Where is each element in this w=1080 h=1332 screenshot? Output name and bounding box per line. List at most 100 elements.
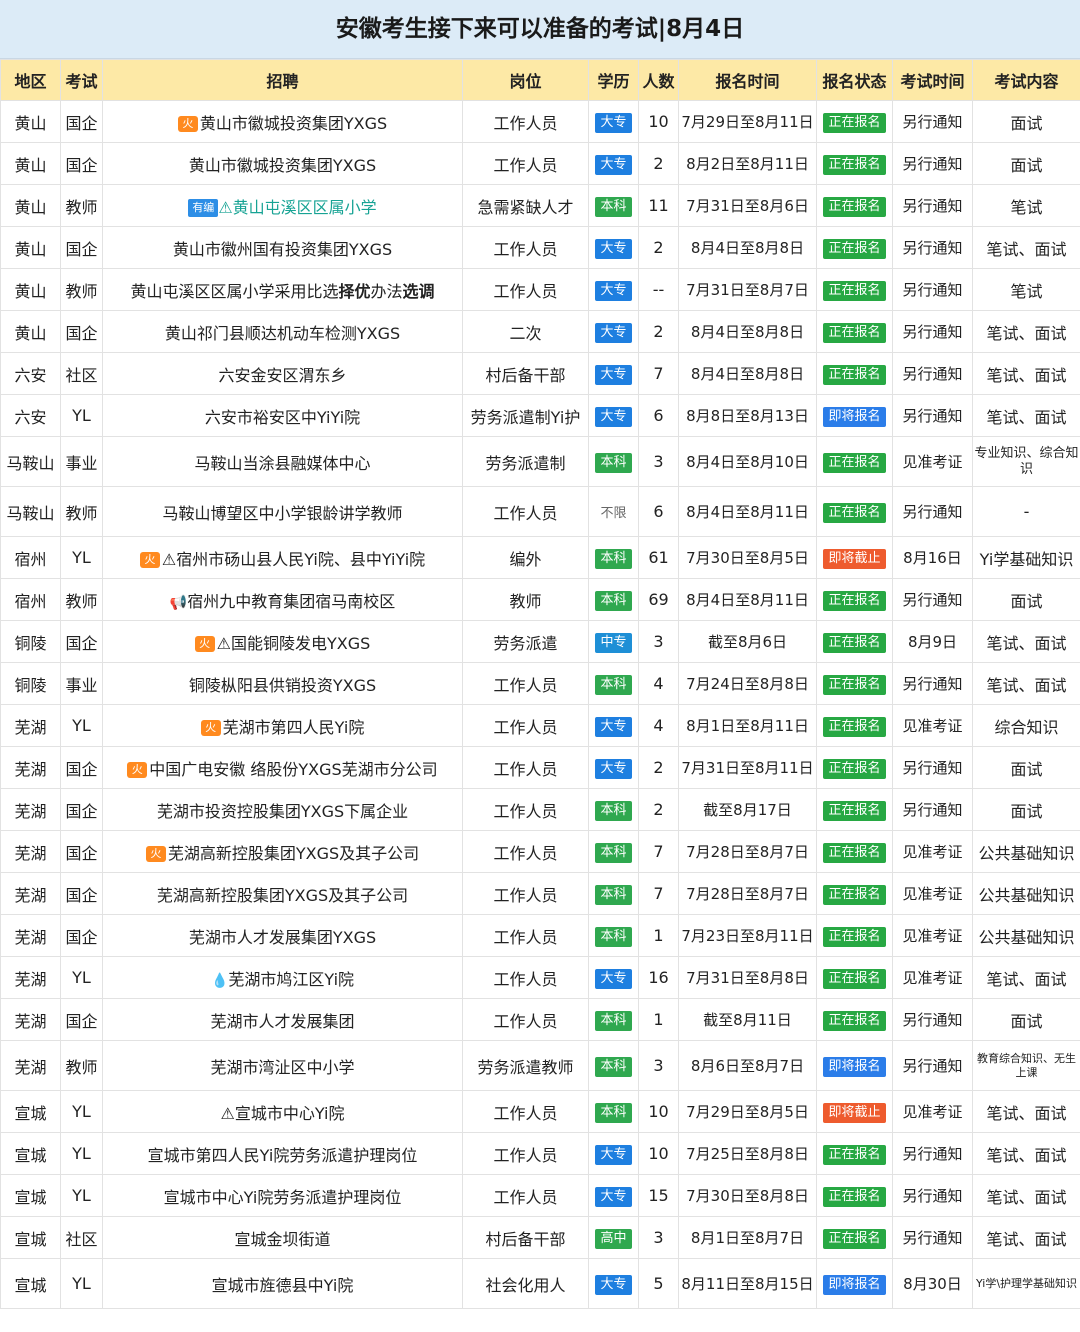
edu-badge: 大专 [595,1274,632,1295]
cell-status: 正在报名 [816,1132,893,1175]
cell-type: 教师 [60,1040,103,1091]
cell-post: 工作人员 [462,662,589,705]
recruit-name[interactable]: 黄山市徽州国有投资集团YXGS [173,240,392,259]
recruit-name[interactable]: 宿州九中教育集团宿马南校区 [187,592,395,611]
recruit-name[interactable]: 芜湖高新控股集团YXGS及其子公司 [157,886,408,905]
header-region: 地区 [0,59,61,101]
cell-content: 公共基础知识 [972,830,1080,873]
recruit-name[interactable]: 芜湖高新控股集团YXGS及其子公司 [168,844,419,863]
header-post: 岗位 [462,59,589,101]
status-badge: 正在报名 [823,238,886,259]
cell-post: 工作人员 [462,1174,589,1217]
status-badge: 正在报名 [823,842,886,863]
status-badge: 正在报名 [823,452,886,473]
cell-count: 7 [638,830,679,873]
cell-count: 6 [638,486,679,537]
recruit-name[interactable]: 芜湖市湾沚区中小学 [210,1058,354,1077]
cell-status: 正在报名 [816,998,893,1041]
cell-exam-time: 另行通知 [892,142,973,185]
hot-icon: 火 [139,552,160,568]
recruit-name[interactable]: 马鞍山博望区中小学银龄讲学教师 [162,504,402,523]
cell-post: 劳务派遣教师 [462,1040,589,1091]
cell-status: 即将截止 [816,536,893,579]
cell-status: 即将报名 [816,1258,893,1309]
recruit-name[interactable]: 芜湖市投资控股集团YXGS下属企业 [157,802,408,821]
edu-badge: 高中 [595,1228,632,1249]
recruit-name[interactable]: 六安金安区渭东乡 [218,366,346,385]
status-badge: 正在报名 [823,758,886,779]
edu-badge: 大专 [595,238,632,259]
table-row: 铜陵 国企火 ⚠国能铜陵发电YXGS 劳务派遣 中专 3 截至8月6日 正在报名 8月9日 笔试、… [0,620,1080,663]
recruit-name[interactable]: ⚠国能铜陵发电YXGS [217,634,371,653]
status-badge: 正在报名 [823,674,886,695]
table-row: 宿州 教师 📢宿州九中教育集团宿马南校区 教师 本科 69 8月4日至8月11日 正在报名 另行… [0,578,1080,621]
status-badge: 正在报名 [823,112,886,133]
exam-table: 地区 考试 招聘 岗位 学历 人数 报名时间 报名状态 考试时间 考试内容 黄山… [0,59,1080,1309]
cell-recruit: 黄山市徽城投资集团YXGS [102,142,463,185]
cell-region: 黄山 [0,184,61,227]
cell-time: 8月8日至8月13日 [678,394,817,437]
cell-type: 国企 [60,142,103,185]
cell-exam-time: 8月16日 [892,536,973,579]
header-content: 考试内容 [972,59,1080,101]
edu-badge: 大专 [595,364,632,385]
recruit-name[interactable]: 宣城金坝街道 [234,1230,330,1249]
recruit-name[interactable]: 黄山市徽城投资集团YXGS [189,156,376,175]
cell-edu: 大专 [588,226,639,269]
recruit-name[interactable]: 铜陵枞阳县供销投资YXGS [189,676,376,695]
edu-badge: 本科 [595,884,632,905]
cell-post: 二次 [462,310,589,353]
recruit-name[interactable]: ⚠黄山屯溪区区属小学 [218,198,376,217]
cell-status: 正在报名 [816,788,893,831]
cell-post: 劳务派遣制 [462,436,589,487]
cell-edu: 大专 [588,1174,639,1217]
recruit-name[interactable]: 芜湖市人才发展集团YXGS [189,928,376,947]
header-exam-time: 考试时间 [892,59,973,101]
edu-badge: 本科 [595,1102,632,1123]
cell-content: 综合知识 [972,704,1080,747]
recruit-name[interactable]: 芜湖市第四人民Yi院 [223,718,365,737]
recruit-name[interactable]: 宣城市旌德县中Yi院 [212,1276,354,1295]
cell-content: - [972,486,1080,537]
cell-post: 社会化用人 [462,1258,589,1309]
status-badge: 正在报名 [823,590,886,611]
recruit-name[interactable]: 宣城市中心Yi院劳务派遣护理岗位 [164,1188,402,1207]
recruit-name[interactable]: 黄山祁门县顺达机动车检测YXGS [165,324,400,343]
status-badge: 正在报名 [823,968,886,989]
recruit-name[interactable]: ⚠宿州市砀山县人民Yi院、县中YiYi院 [162,550,425,569]
table-row: 芜湖 国企火中国广电安徽 络股份YXGS芜湖市分公司 工作人员 大专 2 7月31日至8月… [0,746,1080,789]
cell-time: 7月29日至8月11日 [678,100,817,143]
recruit-name[interactable]: 六安市裕安区中YiYi院 [205,408,360,427]
table-row: 黄山 教师 有编 ⚠黄山屯溪区区属小学 急需紧缺人才 本科 11 7月31日至8月6日 正在报名… [0,184,1080,227]
header-row: 地区 考试 招聘 岗位 学历 人数 报名时间 报名状态 考试时间 考试内容 [0,59,1080,101]
cell-region: 宣城 [0,1090,61,1133]
cell-recruit: 六安市裕安区中YiYi院 [102,394,463,437]
recruit-name[interactable]: 芜湖市鸠江区Yi院 [228,970,354,989]
recruit-name[interactable]: 中国广电安徽 络股份YXGS芜湖市分公司 [149,760,437,779]
cell-exam-time: 另行通知 [892,352,973,395]
cell-region: 马鞍山 [0,486,61,537]
recruit-name[interactable]: 宣城市第四人民Yi院劳务派遣护理岗位 [148,1146,418,1165]
cell-status: 正在报名 [816,486,893,537]
status-badge: 即将截止 [823,1102,886,1123]
cell-exam-time: 见准考证 [892,956,973,999]
cell-time: 截至8月17日 [678,788,817,831]
edu-badge: 大专 [595,112,632,133]
recruit-name[interactable]: 马鞍山当涂县融媒体中心 [194,454,370,473]
cell-type: 社区 [60,352,103,395]
recruit-name[interactable]: 黄山屯溪区区属小学采用比选 [130,282,338,301]
recruit-name[interactable]: 芜湖市人才发展集团 [210,1012,354,1031]
cell-post: 工作人员 [462,872,589,915]
cell-content: 面试 [972,788,1080,831]
cell-edu: 本科 [588,662,639,705]
cell-exam-time: 见准考证 [892,704,973,747]
cell-status: 正在报名 [816,436,893,487]
recruit-name[interactable]: 黄山市徽城投资集团YXGS [200,114,387,133]
edu-badge: 大专 [595,1144,632,1165]
cell-region: 芜湖 [0,956,61,999]
cell-post: 工作人员 [462,486,589,537]
cell-count: 15 [638,1174,679,1217]
recruit-name[interactable]: ⚠宣城市中心Yi院 [221,1104,345,1123]
edu-badge: 不限 [600,506,627,521]
cell-edu: 大专 [588,100,639,143]
